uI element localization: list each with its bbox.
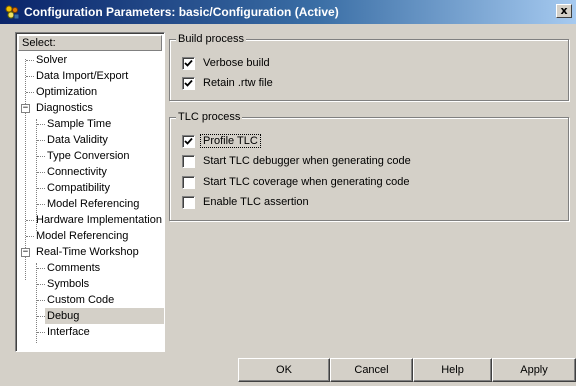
tree-item-label: Type Conversion (47, 150, 130, 162)
tree-item-label: Comments (47, 262, 101, 274)
tree-item-diag-model-referencing[interactable]: Model Referencing (45, 196, 141, 212)
checkbox-label: Start TLC debugger when generating code (203, 155, 411, 168)
tree-item-label: Data Validity (47, 134, 108, 146)
collapse-icon[interactable]: − (21, 104, 30, 113)
checkbox-box[interactable] (182, 175, 195, 189)
tree-item-interface[interactable]: Interface (45, 324, 92, 340)
tree-item-sample-time[interactable]: Sample Time (45, 116, 113, 132)
start-tlc-debugger-checkbox[interactable]: Start TLC debugger when generating code (182, 154, 413, 170)
close-icon: x (560, 4, 568, 17)
check-icon (184, 137, 193, 145)
tlc-process-group: TLC process Profile TLC Start TLC debugg… (169, 111, 569, 221)
tree-header: Select: (18, 35, 162, 51)
check-icon (184, 79, 193, 87)
title-bar[interactable]: Configuration Parameters: basic/Configur… (0, 0, 576, 24)
tree-connector (26, 92, 34, 93)
checkbox-label: Enable TLC assertion (203, 196, 309, 209)
checkbox-box[interactable] (182, 76, 195, 90)
profile-tlc-checkbox[interactable]: Profile TLC (182, 134, 261, 150)
tree-item-label: Hardware Implementation (36, 214, 162, 226)
tree-item-label: Model Referencing (47, 198, 140, 210)
tlc-process-legend: TLC process (176, 111, 243, 123)
tree-item-label: Interface (47, 326, 90, 338)
tree-connector (37, 140, 45, 141)
tree-item-symbols[interactable]: Symbols (45, 276, 91, 292)
start-tlc-coverage-checkbox[interactable]: Start TLC coverage when generating code (182, 175, 411, 191)
tree-item-label: Data Import/Export (36, 70, 129, 82)
tree-item-data-import-export[interactable]: Data Import/Export (34, 68, 130, 84)
tree-item-label: Diagnostics (36, 102, 93, 114)
cancel-button[interactable]: Cancel (330, 358, 413, 382)
tree-connector (37, 268, 45, 269)
checkbox-box[interactable] (182, 56, 195, 70)
apply-button[interactable]: Apply (492, 358, 576, 382)
tree-item-optimization[interactable]: Optimization (34, 84, 99, 100)
app-icon (4, 4, 20, 20)
checkbox-box[interactable] (182, 195, 195, 209)
enable-tlc-assertion-checkbox[interactable]: Enable TLC assertion (182, 195, 311, 211)
tree-connector (37, 124, 45, 125)
tree-item-solver[interactable]: Solver (34, 52, 69, 68)
tree-item-label: Sample Time (47, 118, 112, 130)
tree-item-label: Solver (36, 54, 68, 66)
tree-item-label: Model Referencing (36, 230, 129, 242)
tree-item-type-conversion[interactable]: Type Conversion (45, 148, 132, 164)
collapse-icon[interactable]: − (21, 248, 30, 257)
window-title: Configuration Parameters: basic/Configur… (24, 5, 339, 19)
close-button[interactable]: x (556, 4, 572, 18)
tree-item-label: Real-Time Workshop (36, 246, 139, 258)
check-icon (184, 59, 193, 67)
tree-connector (26, 60, 34, 61)
tree-connector (37, 284, 45, 285)
tree-item-label: Symbols (47, 278, 90, 290)
tree-connector (37, 172, 45, 173)
build-process-legend: Build process (176, 33, 247, 45)
tree-connector (37, 300, 45, 301)
tree-connector (37, 204, 45, 205)
tree-connector (37, 188, 45, 189)
tree-item-data-validity[interactable]: Data Validity (45, 132, 110, 148)
tree-item-hardware-implementation[interactable]: Hardware Implementation (34, 212, 164, 228)
tree-item-label: Debug (45, 310, 82, 322)
tree-item-connectivity[interactable]: Connectivity (45, 164, 109, 180)
ok-button[interactable]: OK (238, 358, 330, 382)
checkbox-label: Profile TLC (200, 134, 261, 149)
tree-item-real-time-workshop[interactable]: Real-Time Workshop (34, 244, 141, 260)
tree-item-model-referencing[interactable]: Model Referencing (34, 228, 130, 244)
tree-connector (36, 263, 37, 343)
tree-item-label: Connectivity (47, 166, 107, 178)
tree-item-debug[interactable]: Debug (45, 308, 164, 324)
build-process-group: Build process Verbose build Retain .rtw … (169, 33, 569, 101)
tree-item-comments[interactable]: Comments (45, 260, 102, 276)
tree-item-compatibility[interactable]: Compatibility (45, 180, 112, 196)
tree-connector (37, 156, 45, 157)
tree-item-label: Custom Code (47, 294, 115, 306)
retain-rtw-file-checkbox[interactable]: Retain .rtw file (182, 76, 275, 92)
category-tree[interactable]: Select: − − Solver Data Import/Export Op… (15, 32, 165, 352)
checkbox-label: Start TLC coverage when generating code (203, 176, 410, 189)
tree-item-label: Compatibility (47, 182, 110, 194)
config-parameters-dialog: Configuration Parameters: basic/Configur… (0, 0, 576, 386)
checkbox-label: Retain .rtw file (203, 77, 273, 90)
tree-item-label: Optimization (36, 86, 98, 98)
checkbox-label: Verbose build (203, 57, 270, 70)
tree-connector (37, 332, 45, 333)
help-button[interactable]: Help (413, 358, 492, 382)
tree-connector (37, 316, 45, 317)
checkbox-box[interactable] (182, 154, 195, 168)
tree-item-diagnostics[interactable]: Diagnostics (34, 100, 95, 116)
tree-connector (26, 236, 34, 237)
verbose-build-checkbox[interactable]: Verbose build (182, 56, 272, 72)
checkbox-box[interactable] (182, 134, 195, 148)
tree-item-custom-code[interactable]: Custom Code (45, 292, 116, 308)
tree-connector (26, 220, 34, 221)
tree-connector (26, 76, 34, 77)
